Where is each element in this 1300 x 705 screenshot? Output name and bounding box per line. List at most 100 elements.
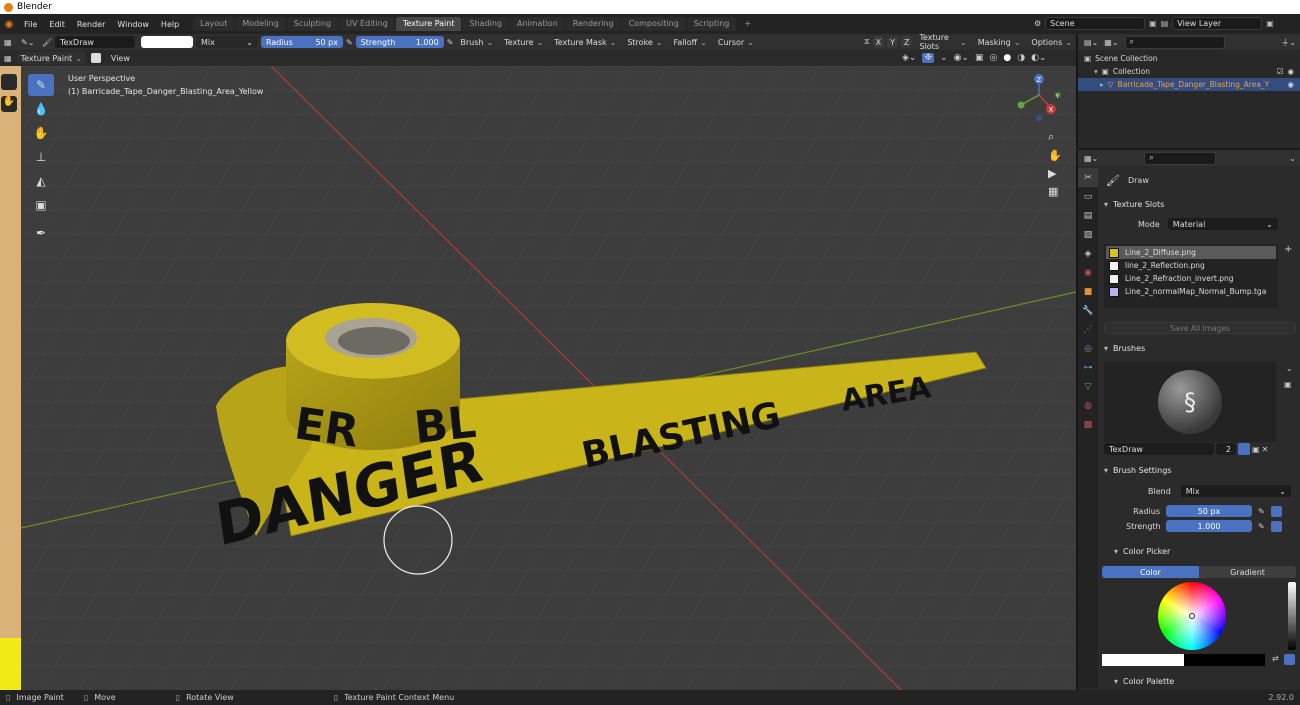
- render-tab-icon[interactable]: ▭: [1078, 187, 1098, 206]
- zoom-icon[interactable]: ⌕: [1048, 130, 1062, 144]
- camera-icon[interactable]: ▶: [1048, 167, 1062, 180]
- smear-tool-icon[interactable]: ✋: [28, 122, 54, 144]
- value-slider[interactable]: [1288, 582, 1296, 650]
- display-mode-icon[interactable]: ▦⌄: [1104, 38, 1118, 47]
- tab-animation[interactable]: Animation: [509, 17, 565, 31]
- blender-menu-icon[interactable]: ◉: [0, 19, 18, 30]
- mode-dropdown[interactable]: Material ⌄: [1167, 218, 1278, 230]
- tab-sculpting[interactable]: Sculpting: [286, 17, 339, 31]
- solid-shading-icon[interactable]: ●: [1003, 53, 1011, 63]
- strength-pressure-icon[interactable]: ✎: [447, 38, 454, 47]
- pin-icon[interactable]: ⌄: [1289, 154, 1296, 163]
- physics-tab-icon[interactable]: ◎: [1078, 339, 1098, 358]
- output-tab-icon[interactable]: ▤: [1078, 206, 1098, 225]
- material-shading-icon[interactable]: ◑: [1017, 53, 1025, 63]
- tool-icon[interactable]: ✎⌄: [21, 38, 39, 47]
- tab-compositing[interactable]: Compositing: [621, 17, 686, 31]
- color-wheel[interactable]: [1158, 582, 1226, 650]
- texture-slot[interactable]: Line_2_Refraction_invert.png: [1106, 272, 1276, 285]
- world-tab-icon[interactable]: ◉: [1078, 263, 1098, 282]
- mirror-y-toggle[interactable]: Y: [887, 36, 898, 48]
- pan-hand-icon[interactable]: ✋: [1048, 149, 1062, 162]
- pressure-icon[interactable]: ✎: [1258, 522, 1265, 531]
- editor-type-icon[interactable]: ▦: [4, 38, 18, 47]
- blend-dropdown[interactable]: Mix ⌄: [196, 36, 258, 48]
- texture-tab-icon[interactable]: ▩: [1078, 415, 1098, 434]
- add-workspace-button[interactable]: +: [737, 17, 758, 31]
- collection-row[interactable]: ▾ ▣ Collection ☑ ◉: [1084, 65, 1294, 78]
- sidebar-toggle-icon[interactable]: [1, 74, 17, 90]
- texture-mask-menu[interactable]: Texture Mask: [550, 36, 621, 48]
- texture-slots-section[interactable]: Texture Slots: [1100, 196, 1298, 212]
- stroke-menu[interactable]: Stroke: [623, 36, 667, 48]
- properties-search-input[interactable]: ⌕: [1144, 151, 1217, 165]
- clone-tool-icon[interactable]: ⊥: [28, 146, 54, 168]
- pressure-icon[interactable]: ✎: [1258, 507, 1265, 516]
- unified-color-icon[interactable]: [1284, 654, 1295, 665]
- unified-toggle-icon[interactable]: [1270, 520, 1282, 532]
- color-wheel-cursor[interactable]: [1189, 613, 1195, 619]
- checkbox-icon[interactable]: ☑: [1277, 65, 1284, 78]
- texture-slot[interactable]: line_2_Reflection.png: [1106, 259, 1276, 272]
- view-layer-field[interactable]: View Layer: [1172, 17, 1263, 30]
- menu-render[interactable]: Render: [71, 20, 111, 29]
- secondary-color-swatch[interactable]: [1183, 654, 1265, 666]
- expand-arrow-icon[interactable]: ▸: [1100, 78, 1104, 91]
- color-picker-section[interactable]: Color Picker: [1110, 543, 1300, 559]
- strength-slider[interactable]: 1.000: [1166, 520, 1252, 532]
- tab-rendering[interactable]: Rendering: [565, 17, 621, 31]
- radius-slider[interactable]: Radius 50 px: [261, 36, 343, 48]
- tab-modeling[interactable]: Modeling: [235, 17, 286, 31]
- mirror-z-toggle[interactable]: Z: [901, 36, 913, 48]
- tab-scripting[interactable]: Scripting: [686, 17, 737, 31]
- scene-tab-icon[interactable]: ◈: [1078, 244, 1098, 263]
- unified-toggle-icon[interactable]: [1270, 505, 1282, 517]
- radius-pressure-icon[interactable]: ✎: [346, 38, 353, 47]
- brushes-section[interactable]: Brushes: [1100, 340, 1298, 356]
- constraints-tab-icon[interactable]: ⊶: [1078, 358, 1098, 377]
- overlay-toggle-icon[interactable]: ◉⌄: [954, 53, 969, 63]
- mirror-x-toggle[interactable]: X: [872, 36, 885, 48]
- brush-name-field[interactable]: TexDraw: [1104, 443, 1214, 455]
- eye-icon[interactable]: ◉: [1287, 65, 1294, 78]
- texture-menu[interactable]: Texture: [500, 36, 548, 48]
- mask-tool-icon[interactable]: ▣: [28, 194, 54, 216]
- texture-slot[interactable]: Line_2_normalMap_Normal_Bump.tga: [1106, 285, 1276, 298]
- duplicate-icon[interactable]: ▣: [1252, 445, 1260, 454]
- fake-user-shield-icon[interactable]: [1238, 443, 1250, 455]
- brush-preview[interactable]: §: [1104, 362, 1276, 442]
- xray-toggle-icon[interactable]: ▣: [975, 53, 984, 63]
- menu-file[interactable]: File: [18, 20, 43, 29]
- menu-edit[interactable]: Edit: [43, 20, 71, 29]
- modifier-tab-icon[interactable]: 🔧: [1078, 301, 1098, 320]
- add-slot-icon[interactable]: +: [1284, 244, 1292, 255]
- visibility-icon[interactable]: ◈⌄: [902, 53, 916, 63]
- outliner-editor-icon[interactable]: ▤⌄: [1084, 38, 1098, 47]
- filter-icon[interactable]: ⏚⌄: [1281, 37, 1296, 48]
- options-menu[interactable]: Options: [1027, 36, 1076, 48]
- primary-color-swatch[interactable]: [1102, 654, 1184, 666]
- mask-toggle-icon[interactable]: [90, 53, 101, 63]
- particles-tab-icon[interactable]: ⋰: [1078, 320, 1098, 339]
- brush-menu[interactable]: Brush: [456, 36, 498, 48]
- properties-editor-icon[interactable]: ▦⌄: [1084, 154, 1098, 163]
- material-tab-icon[interactable]: ◍: [1078, 396, 1098, 415]
- brush-menu-icon[interactable]: ▣: [1284, 380, 1292, 389]
- new-scene-icon[interactable]: ▣: [1149, 19, 1157, 28]
- eye-icon[interactable]: ◉: [1287, 78, 1294, 91]
- scene-collection-row[interactable]: ▣ Scene Collection: [1084, 52, 1294, 65]
- swap-colors-icon[interactable]: ⇄: [1272, 654, 1279, 663]
- brush-settings-section[interactable]: Brush Settings: [1100, 462, 1298, 478]
- falloff-menu[interactable]: Falloff: [669, 36, 711, 48]
- view-layer-tab-icon[interactable]: ▨: [1078, 225, 1098, 244]
- strength-slider[interactable]: Strength 1.000: [355, 36, 444, 48]
- mode-dropdown[interactable]: Texture Paint: [16, 52, 86, 64]
- object-tab-icon[interactable]: ■: [1078, 282, 1098, 301]
- object-row[interactable]: ▸ ▽ Barricade_Tape_Danger_Blasting_Area_Y ◉: [1078, 78, 1300, 91]
- color-palette-section[interactable]: Color Palette: [1110, 673, 1300, 689]
- 3d-viewport[interactable]: ER BL DANGER BLASTING AREA Z X Y User Pe…: [21, 66, 1076, 690]
- soften-tool-icon[interactable]: 💧: [28, 98, 54, 120]
- tab-layout[interactable]: Layout: [193, 17, 235, 31]
- tab-shading[interactable]: Shading: [462, 17, 509, 31]
- save-all-images-button[interactable]: Save All Images: [1104, 322, 1296, 334]
